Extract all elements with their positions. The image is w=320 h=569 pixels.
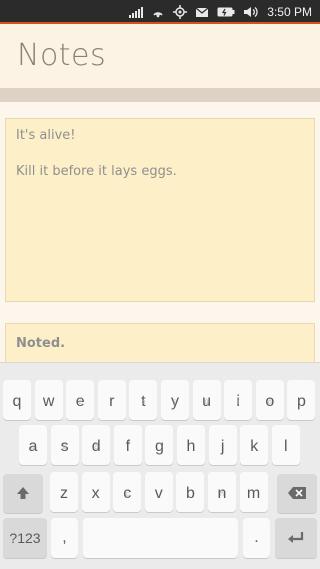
key-alt-label: è (78, 399, 83, 406)
key-alt-label: û (204, 399, 209, 406)
symbols-key[interactable]: ?123 (3, 518, 47, 558)
key-label: k (250, 438, 259, 455)
key-s[interactable]: ßs (50, 425, 79, 465)
backspace-key[interactable] (277, 474, 317, 513)
key-e[interactable]: èe (66, 380, 95, 420)
key-j[interactable]: j (208, 425, 237, 465)
key-q[interactable]: q (3, 380, 31, 420)
key-o[interactable]: ôo (255, 380, 284, 420)
location-icon (173, 5, 188, 19)
key-alt-label: ç (125, 491, 129, 498)
space-bar[interactable] (83, 518, 238, 558)
key-alt-label: ß (62, 444, 67, 451)
key-alt-label: þ (141, 399, 146, 406)
key-c[interactable]: çc (113, 472, 142, 512)
key-r[interactable]: r (97, 380, 126, 420)
shift-key[interactable] (3, 474, 43, 513)
key-label: l (284, 438, 288, 455)
key-l[interactable]: l (271, 425, 300, 465)
battery-icon (217, 5, 235, 19)
symbols-key-label: ?123 (9, 530, 41, 546)
mail-icon (195, 5, 209, 19)
key-label: w (42, 393, 55, 410)
key-f[interactable]: f (113, 425, 142, 465)
key-u[interactable]: ûu (192, 380, 221, 420)
key-alt-label: î (237, 399, 240, 406)
key-label: f (125, 438, 131, 455)
app-header: Notes (0, 24, 320, 88)
comma-key-label: , (62, 529, 67, 546)
volume-icon (243, 5, 259, 19)
signal-icon (129, 6, 144, 18)
header-divider (0, 88, 320, 102)
note-card[interactable]: Noted. (5, 323, 315, 367)
key-label: g (154, 438, 164, 455)
on-screen-keyboard: qwèerþtÿyûuîiôop àaßsðdfghjkl zxçcvbñnm … (0, 362, 320, 569)
key-g[interactable]: g (145, 425, 174, 465)
key-t[interactable]: þt (129, 380, 158, 420)
key-alt-label: ð (94, 444, 99, 451)
page-title: Notes (17, 38, 107, 73)
status-time: 3:50 PM (267, 5, 312, 19)
key-k[interactable]: k (240, 425, 269, 465)
key-y[interactable]: ÿy (161, 380, 189, 420)
note-text[interactable]: It's alive! Kill it before it lays eggs. (16, 127, 177, 181)
note-text[interactable]: Noted. (16, 336, 65, 351)
backspace-icon (288, 487, 306, 499)
key-label: q (12, 393, 22, 410)
key-label: j (220, 438, 225, 455)
key-label: v (154, 485, 163, 502)
key-m[interactable]: m (239, 472, 268, 512)
enter-icon (288, 532, 304, 543)
key-alt-label: ô (267, 399, 272, 406)
key-label: p (296, 393, 306, 410)
key-alt-label: ÿ (173, 399, 177, 406)
key-w[interactable]: w (34, 380, 63, 420)
key-v[interactable]: v (144, 472, 173, 512)
key-z[interactable]: z (50, 472, 78, 512)
key-label: z (60, 485, 68, 502)
key-alt-label: à (31, 444, 35, 451)
network-icon (151, 5, 165, 19)
key-a[interactable]: àa (19, 425, 47, 465)
shift-icon (17, 487, 29, 499)
key-b[interactable]: b (176, 472, 205, 512)
period-key[interactable]: . (243, 518, 270, 558)
status-bar: 3:50 PM (0, 0, 320, 24)
key-h[interactable]: h (177, 425, 205, 465)
period-key-label: . (254, 529, 259, 546)
key-p[interactable]: p (287, 380, 316, 420)
key-label: x (91, 485, 100, 502)
key-i[interactable]: îi (224, 380, 253, 420)
enter-key[interactable] (275, 518, 317, 558)
status-icons: 3:50 PM (129, 3, 312, 21)
comma-key[interactable]: , (51, 518, 78, 558)
key-label: h (186, 438, 196, 455)
key-alt-label: ñ (220, 491, 224, 498)
key-label: m (246, 485, 261, 502)
key-x[interactable]: x (81, 472, 110, 512)
key-d[interactable]: ðd (82, 425, 111, 465)
note-card[interactable]: It's alive! Kill it before it lays eggs. (5, 118, 315, 302)
key-label: r (109, 393, 115, 410)
key-n[interactable]: ñn (208, 472, 236, 512)
key-label: b (185, 485, 195, 502)
